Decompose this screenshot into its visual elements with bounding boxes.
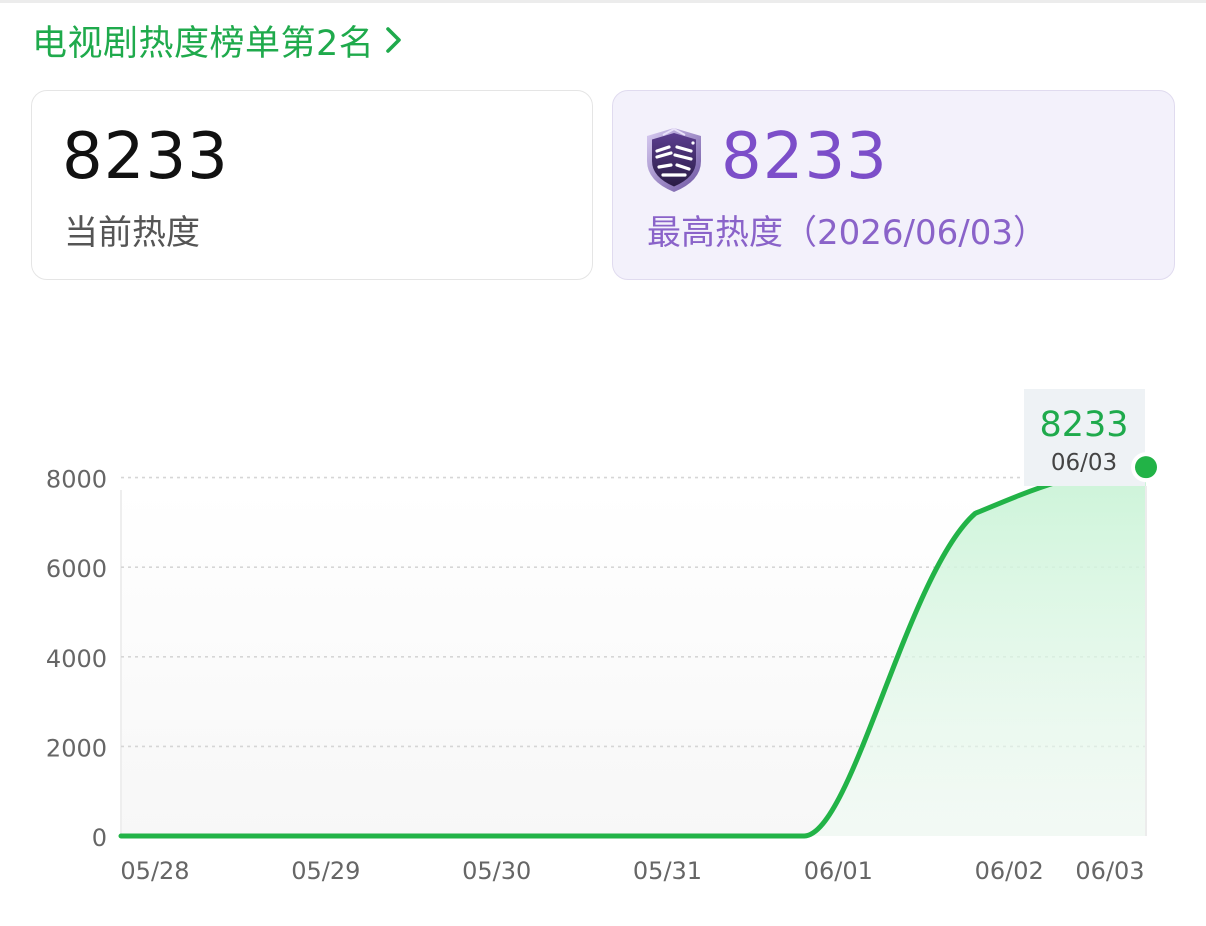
rank-title: 电视剧热度榜单第2名 bbox=[32, 23, 375, 64]
current-heat-label: 当前热度 bbox=[64, 213, 200, 253]
watermark-fade bbox=[1040, 886, 1206, 926]
peak-heat-card: 8233 最高热度（2026/06/03） bbox=[612, 90, 1175, 280]
rank-link[interactable]: 电视剧热度榜单第2名 bbox=[32, 16, 404, 64]
heat-trend-chart: 0 2000 4000 6000 8000 05/28 05/29 05/30 05/31 06… bbox=[46, 389, 1161, 885]
tooltip-value: 8233 bbox=[1039, 405, 1128, 445]
y-tick-label: 0 bbox=[92, 824, 107, 852]
current-heat-card: 8233 当前热度 bbox=[31, 90, 593, 280]
x-tick-label: 06/02 bbox=[975, 857, 1044, 885]
y-tick-label: 2000 bbox=[46, 734, 107, 762]
x-tick-label: 06/03 bbox=[1075, 857, 1144, 885]
jiapian-diantang-badge-icon bbox=[647, 127, 701, 192]
chevron-right-icon bbox=[386, 27, 402, 53]
tooltip-date: 06/03 bbox=[1051, 450, 1117, 476]
x-tick-label: 05/29 bbox=[291, 857, 360, 885]
peak-heat-value: 8233 bbox=[721, 120, 888, 194]
x-tick-label: 05/31 bbox=[633, 857, 702, 885]
highlight-point bbox=[1135, 456, 1157, 479]
y-tick-label: 6000 bbox=[46, 555, 107, 583]
x-tick-label: 05/30 bbox=[462, 857, 531, 885]
top-divider bbox=[0, 0, 1206, 3]
y-tick-label: 4000 bbox=[46, 645, 107, 673]
peak-heat-label: 最高热度（2026/06/03） bbox=[647, 213, 1047, 253]
x-tick-label: 06/01 bbox=[804, 857, 873, 885]
y-tick-label: 8000 bbox=[46, 466, 107, 494]
current-heat-value: 8233 bbox=[62, 120, 229, 194]
x-tick-label: 05/28 bbox=[120, 857, 189, 885]
